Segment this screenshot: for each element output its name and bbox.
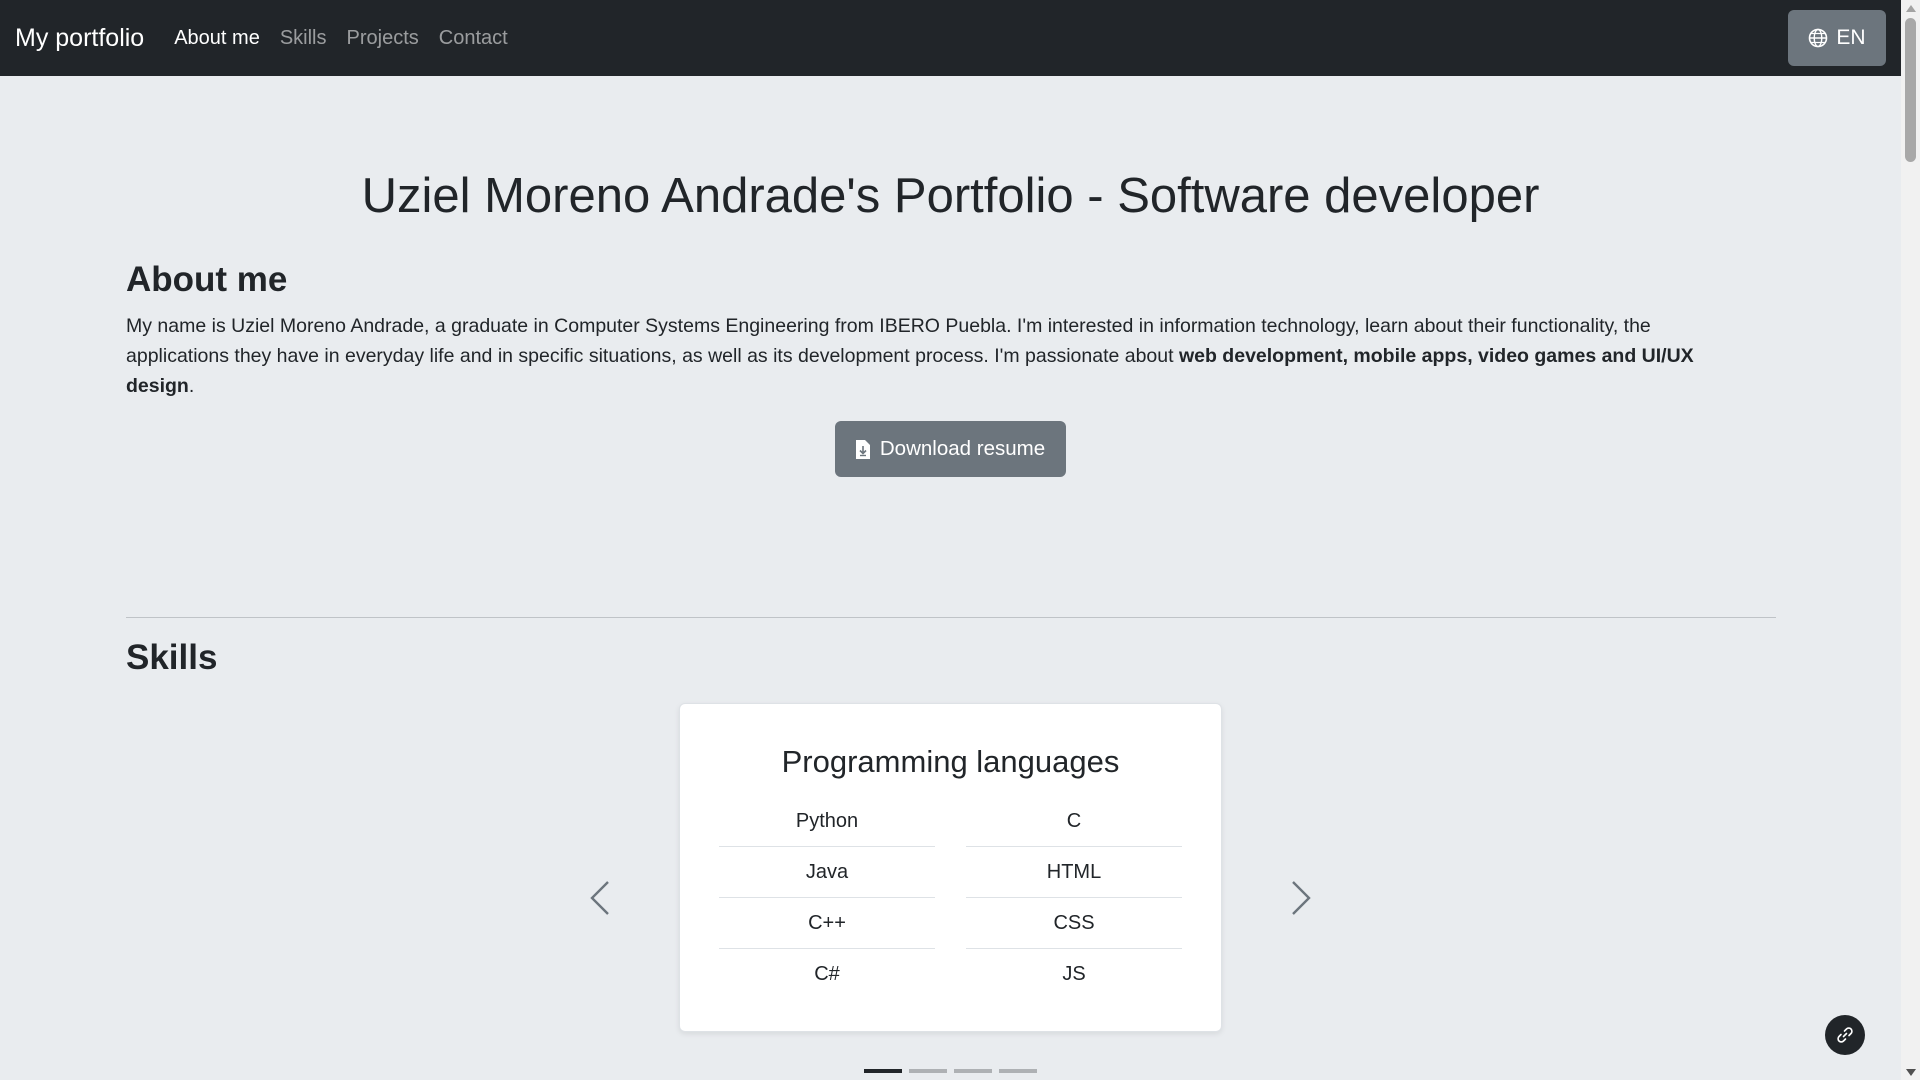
about-heading: About me (126, 260, 288, 299)
carousel-indicator-3[interactable] (954, 1069, 992, 1073)
scroll-up-arrow-icon[interactable] (1906, 5, 1916, 12)
skill-item: C# (814, 963, 840, 985)
skills-right-column: C HTML CSS JS (966, 796, 1182, 1000)
carousel-indicator-1[interactable] (864, 1069, 902, 1073)
page-scrollbar[interactable] (1901, 0, 1920, 1080)
about-text-end: . (188, 375, 195, 397)
skill-item: C++ (719, 898, 935, 949)
skill-item: C (966, 796, 1182, 847)
nav-link-contact[interactable]: Contact (439, 27, 508, 50)
file-download-icon (855, 439, 870, 459)
skill-item: CSS (966, 898, 1182, 949)
skill-item: Java (719, 847, 935, 898)
skills-card-title: Programming languages (781, 744, 1120, 779)
navbar: My portfolio About me Skills Projects Co… (0, 0, 1901, 76)
brand-link[interactable]: My portfolio (15, 24, 144, 53)
globe-icon (1809, 28, 1828, 48)
skills-heading: Skills (126, 638, 218, 677)
carousel-indicator-2[interactable] (909, 1069, 947, 1073)
skills-card: Programming languages Python Java C++ C#… (679, 703, 1222, 1032)
skill-item: JS (1062, 963, 1086, 985)
download-resume-button[interactable]: Download resume (835, 421, 1066, 477)
carousel-indicators (864, 1069, 1037, 1073)
carousel-next-button[interactable] (1286, 878, 1316, 918)
section-divider (126, 617, 1776, 618)
language-label: EN (1836, 26, 1866, 49)
nav-link-projects[interactable]: Projects (347, 27, 419, 50)
chevron-right-icon (1292, 881, 1311, 915)
carousel-indicator-4[interactable] (999, 1069, 1037, 1073)
floating-link-button[interactable] (1825, 1015, 1865, 1055)
language-button[interactable]: EN (1788, 10, 1886, 66)
about-text: My name is Uziel Moreno Andrade, a gradu… (126, 311, 1746, 401)
link-icon (1837, 1027, 1853, 1043)
scrollbar-thumb[interactable] (1905, 18, 1916, 162)
download-resume-label: Download resume (879, 437, 1046, 460)
scroll-down-arrow-icon[interactable] (1906, 1069, 1916, 1076)
skill-item: Python (719, 796, 935, 847)
skill-item: HTML (966, 847, 1182, 898)
nav-link-about[interactable]: About me (174, 27, 260, 50)
nav-link-skills[interactable]: Skills (280, 27, 327, 50)
carousel-prev-button[interactable] (585, 878, 615, 918)
chevron-left-icon (590, 881, 609, 915)
skills-left-column: Python Java C++ C# (719, 796, 935, 1000)
page-title: Uziel Moreno Andrade's Portfolio - Softw… (361, 169, 1540, 223)
